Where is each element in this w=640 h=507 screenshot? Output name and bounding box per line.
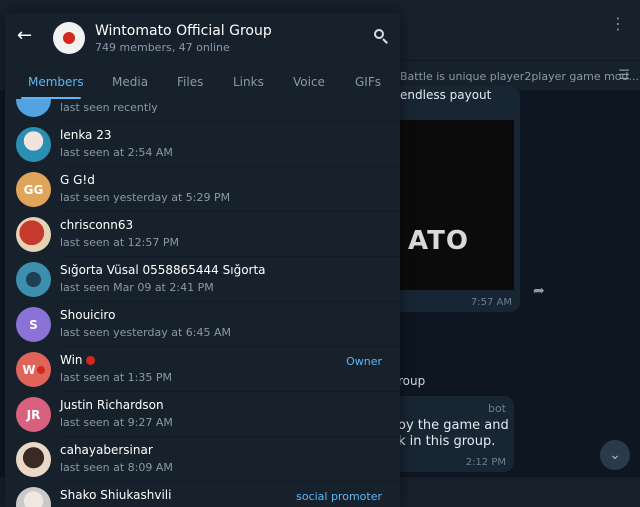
- message-image[interactable]: ATO: [400, 120, 514, 290]
- group-info-panel: ← Wintomato Official Group 749 members, …: [5, 13, 400, 507]
- group-avatar[interactable]: [53, 22, 85, 54]
- pinned-list-icon[interactable]: ☰: [618, 68, 630, 83]
- member-row[interactable]: cahayabersinar last seen at 8:09 AM: [5, 437, 400, 482]
- tab-gifs[interactable]: GIFs: [355, 75, 381, 89]
- member-status: last seen at 1:35 PM: [60, 371, 172, 384]
- avatar-initials: W: [22, 362, 36, 377]
- pinned-message-text: Battle is unique player2player game mod.…: [400, 70, 640, 83]
- member-status: last seen at 9:27 AM: [60, 416, 173, 429]
- avatar: [16, 442, 51, 477]
- member-name: cahayabersinar: [60, 443, 153, 457]
- member-status: last seen at 8:09 AM: [60, 461, 173, 474]
- scroll-down-icon[interactable]: ⌄: [600, 440, 630, 470]
- member-name: chrisconn63: [60, 218, 134, 232]
- chat-message-image: endless payout ATO 7:57 AM: [388, 86, 520, 312]
- members-list[interactable]: last seen recently lenka 23 last seen at…: [5, 99, 400, 507]
- member-row[interactable]: Shako Shiukashvili social promoter: [5, 482, 400, 507]
- tomato-icon: [85, 356, 95, 365]
- avatar: S: [16, 307, 51, 342]
- avatar: [16, 217, 51, 252]
- tab-bar: Members Media Files Links Voice GIFs: [5, 67, 400, 99]
- chat-text-fragment: roup: [398, 374, 426, 388]
- chat-message-bot: bot oy the game and k in this group. 2:1…: [388, 396, 514, 472]
- member-name: Shako Shiukashvili: [60, 488, 172, 502]
- group-member-count: 749 members, 47 online: [95, 41, 230, 54]
- image-caption-text: ATO: [408, 226, 469, 256]
- owner-badge: Owner: [346, 355, 382, 368]
- tab-files[interactable]: Files: [177, 75, 203, 89]
- tab-media[interactable]: Media: [112, 75, 148, 89]
- message-time: 7:57 AM: [470, 297, 512, 308]
- member-status: last seen yesterday at 6:45 AM: [60, 326, 231, 339]
- avatar: W: [16, 352, 51, 387]
- tomato-icon: [63, 32, 75, 44]
- member-name-text: Win: [60, 353, 83, 367]
- avatar: GG: [16, 172, 51, 207]
- message-line-1: oy the game and: [398, 418, 509, 433]
- member-name: Sığorta Vüsal 0558865444 Sığorta: [60, 263, 266, 277]
- member-status: last seen at 2:54 AM: [60, 146, 173, 159]
- forward-icon[interactable]: ➦: [533, 283, 545, 299]
- avatar: [16, 262, 51, 297]
- member-status: last seen at 12:57 PM: [60, 236, 179, 249]
- member-row[interactable]: chrisconn63 last seen at 12:57 PM: [5, 212, 400, 257]
- member-row[interactable]: lenka 23 last seen at 2:54 AM: [5, 122, 400, 167]
- member-row[interactable]: JR Justin Richardson last seen at 9:27 A…: [5, 392, 400, 437]
- member-row[interactable]: Sığorta Vüsal 0558865444 Sığorta last se…: [5, 257, 400, 302]
- message-text: endless payout: [400, 88, 492, 102]
- avatar: [16, 127, 51, 162]
- member-row[interactable]: GG G G!d last seen yesterday at 5:29 PM: [5, 167, 400, 212]
- role-badge: social promoter: [296, 490, 382, 503]
- member-name: Justin Richardson: [60, 398, 164, 412]
- member-name: Win: [60, 353, 95, 367]
- member-row[interactable]: W Win last seen at 1:35 PM Owner: [5, 347, 400, 392]
- back-arrow-icon[interactable]: ←: [17, 27, 32, 45]
- avatar: [16, 99, 51, 117]
- avatar: JR: [16, 397, 51, 432]
- message-line-2: k in this group.: [398, 434, 496, 449]
- tab-members[interactable]: Members: [28, 75, 84, 89]
- member-name: lenka 23: [60, 128, 112, 142]
- message-time: 2:12 PM: [465, 457, 506, 468]
- avatar: [16, 487, 51, 507]
- more-options-icon[interactable]: ⋮: [610, 16, 626, 32]
- search-icon[interactable]: [374, 29, 388, 44]
- member-name: G G!d: [60, 173, 95, 187]
- member-row[interactable]: last seen recently: [5, 99, 400, 122]
- member-status: last seen recently: [60, 101, 158, 114]
- member-row[interactable]: S Shouiciro last seen yesterday at 6:45 …: [5, 302, 400, 347]
- member-name: Shouiciro: [60, 308, 116, 322]
- tomato-icon: [36, 365, 45, 374]
- group-title: Wintomato Official Group: [95, 23, 272, 39]
- tab-voice[interactable]: Voice: [293, 75, 325, 89]
- member-status: last seen yesterday at 5:29 PM: [60, 191, 231, 204]
- member-status: last seen Mar 09 at 2:41 PM: [60, 281, 214, 294]
- tab-links[interactable]: Links: [233, 75, 264, 89]
- panel-header: ← Wintomato Official Group 749 members, …: [5, 13, 400, 65]
- bot-label: bot: [487, 402, 506, 415]
